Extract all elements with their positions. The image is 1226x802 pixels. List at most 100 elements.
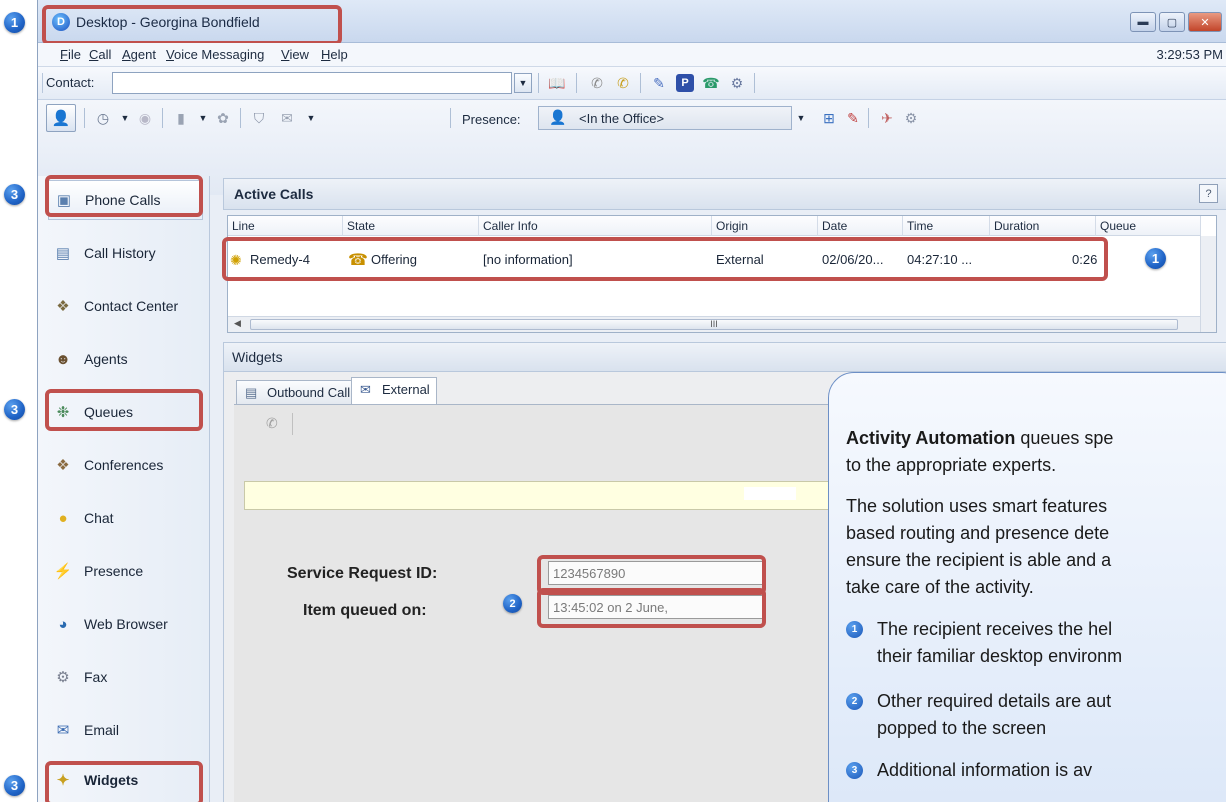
callout-marker-3-phone-calls: 3 [4,184,25,205]
sidebar-item-label: Web Browser [84,616,168,632]
chevron-down-icon: ▼ [518,78,528,88]
tab-outbound-call[interactable]: ▤ Outbound Call [236,380,358,404]
maximize-button[interactable]: ▢ [1159,12,1185,32]
toolbar-separator [754,73,755,93]
callout-bullet-3-line-1: Additional information is av [877,760,1093,780]
presence-value: <In the Office> [579,111,665,126]
active-calls-header: Active Calls ? [223,178,1226,210]
tab-external[interactable]: ✉ External [351,377,437,404]
widgets-header: Widgets [223,342,1226,372]
status-edit-icon[interactable]: ✎ [844,109,862,127]
minimize-button[interactable]: ▬ [1130,12,1156,32]
sidebar-item-email[interactable]: ✉ Email [48,710,203,750]
close-button[interactable]: ✕ [1188,12,1222,32]
dial-icon[interactable]: ✆ [588,74,606,92]
scroll-grip: III [710,319,718,329]
sidebar-item-web-browser[interactable]: ◕ Web Browser [48,604,203,644]
sidebar-item-chat[interactable]: ● Chat [48,498,203,538]
column-header-duration[interactable]: Duration [990,216,1096,236]
sidebar-item-label: Chat [84,510,114,526]
minimize-icon: ▬ [1137,16,1149,28]
agent-icon: 👤 [51,110,71,127]
sidebar: ▣ Phone Calls ▤ Call History ❖ Contact C… [38,176,210,802]
presence-select[interactable]: 👤 <In the Office> [538,106,792,130]
sidebar-item-presence[interactable]: ⚡ Presence [48,551,203,591]
sidebar-item-label: Contact Center [84,298,179,314]
help-icon: ? [1205,187,1212,200]
active-calls-title: Active Calls [234,186,314,202]
email-icon: ✉ [56,722,70,739]
address-book-icon[interactable]: 📖 [548,74,566,92]
web-browser-icon: ◕ [58,615,68,633]
sidebar-item-contact-center[interactable]: ❖ Contact Center [48,286,203,326]
presence-label: Presence: [462,112,521,127]
transfer-icon[interactable]: ✆ [614,74,632,92]
callout-line-3: The solution uses smart features [846,496,1108,516]
conference-icon[interactable]: ☎ [702,74,720,92]
widget-action-icon[interactable]: ✆ [266,415,278,432]
queued-on-label: Item queued on: [303,602,427,619]
menu-help[interactable]: Help [321,47,348,62]
callout-text: queues spe [1015,428,1114,448]
settings-icon[interactable]: ⚙ [902,109,920,127]
voicemail-icon[interactable]: ✉ [278,109,296,127]
hold-icon[interactable]: ▮ [172,109,190,127]
callout-bullet-marker-2: 2 [846,693,863,710]
contact-label: Contact: [46,75,95,90]
toolbar-separator [240,108,241,128]
column-header-caller-info[interactable]: Caller Info [479,216,712,236]
sidebar-item-label: Fax [84,669,108,685]
column-header-queue[interactable]: Queue [1096,216,1201,236]
column-header-origin[interactable]: Origin [712,216,818,236]
chevron-down-icon[interactable]: ▼ [194,109,212,127]
chevron-down-icon[interactable]: ▼ [116,109,134,127]
agent-status-button[interactable]: 👤 [46,104,76,132]
column-header-date[interactable]: Date [818,216,903,236]
menu-view[interactable]: View [281,47,309,62]
contact-center-icon: ❖ [56,298,70,315]
presence-dropdown-button[interactable]: ▼ [792,107,810,129]
sidebar-item-conferences[interactable]: ❖ Conferences [48,445,203,485]
contact-dropdown-button[interactable]: ▼ [514,73,532,93]
park-icon[interactable]: P [676,74,694,92]
callout-line-1: Activity Automation queues spe [846,425,1113,452]
menu-voice-messaging[interactable]: Voice Messaging [166,47,264,62]
sidebar-item-call-history[interactable]: ▤ Call History [48,233,203,273]
contact-input[interactable] [112,72,512,94]
wrapup-icon[interactable]: ◉ [136,109,154,127]
sidebar-item-fax[interactable]: ⚙ Fax [48,657,203,697]
help-button[interactable]: ? [1199,184,1218,203]
toolbar-separator [450,108,451,128]
toolbar-separator [292,413,293,435]
column-header-time[interactable]: Time [903,216,990,236]
sidebar-item-label: Call History [84,245,156,261]
record-icon[interactable]: ⚙ [728,74,746,92]
callout-bullet-2-line-2: popped to the screen [877,718,1047,738]
team-icon[interactable]: ✿ [214,109,232,127]
column-header-line[interactable]: Line [228,216,343,236]
toolbar-separator [640,73,641,93]
scroll-left-icon[interactable]: ◀ [234,318,241,329]
scrollbar-thumb[interactable]: III [250,319,1178,330]
menu-call[interactable]: Call [89,47,111,62]
menu-agent[interactable]: Agent [122,47,156,62]
callout-bubble: Activity Automation queues spe to the ap… [828,372,1226,802]
horizontal-scrollbar[interactable]: ◀ III [228,316,1201,332]
sidebar-item-agents[interactable]: ☻ Agents [48,339,203,379]
sidebar-item-label: Email [84,722,120,738]
pickup-icon[interactable]: ✎ [650,74,668,92]
call-history-icon: ▤ [55,245,71,262]
chevron-down-icon: ▼ [796,113,806,123]
directory-icon[interactable]: ⊞ [820,109,838,127]
menu-file[interactable]: File [60,47,81,62]
chat-icon: ● [58,509,68,527]
reports-icon[interactable]: ✈ [878,109,896,127]
chevron-down-icon[interactable]: ▼ [302,109,320,127]
vertical-scrollbar[interactable] [1200,236,1216,332]
callout-line-2: to the appropriate experts. [846,455,1057,475]
column-header-state[interactable]: State [343,216,479,236]
clock-icon[interactable]: ◷ [94,109,112,127]
tab-label: External [382,382,430,397]
widgets-title: Widgets [232,349,283,365]
filter-icon[interactable]: ⛉ [250,109,268,127]
